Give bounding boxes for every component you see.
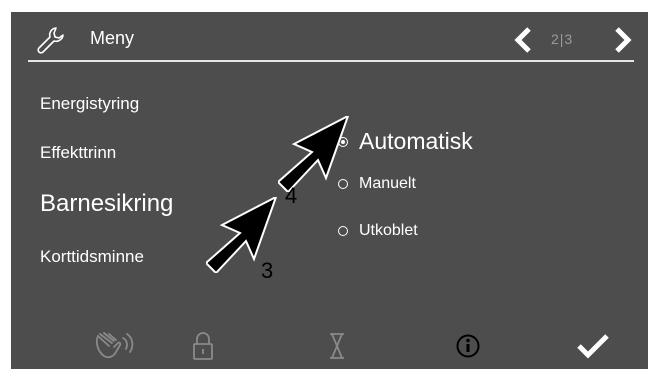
option-automatisk[interactable]: Automatisk: [338, 128, 473, 155]
checkmark-icon[interactable]: [576, 330, 610, 362]
annotation-arrow-4: [278, 116, 350, 192]
page-indicator: 2|3: [551, 31, 574, 47]
option-label: Utkoblet: [359, 222, 418, 239]
option-label: Automatisk: [359, 128, 473, 154]
option-label: Manuelt: [359, 175, 416, 192]
chevron-left-icon[interactable]: [509, 24, 537, 56]
option-utkoblet[interactable]: Utkoblet: [338, 222, 418, 240]
menu-item-effekttrinn[interactable]: Effekttrinn: [40, 143, 116, 163]
chevron-right-icon[interactable]: [609, 24, 637, 56]
hand-wave-icon[interactable]: [92, 330, 140, 362]
radio-icon[interactable]: [338, 226, 348, 236]
annotation-label-4: 4: [285, 183, 298, 208]
menu-item-energistyring[interactable]: Energistyring: [40, 94, 139, 114]
menu-item-barnesikring[interactable]: Barnesikring: [40, 190, 173, 218]
info-icon[interactable]: [455, 330, 481, 362]
lock-icon[interactable]: [192, 330, 214, 362]
header-bar: Meny 2|3: [11, 12, 648, 60]
page-title: Meny: [90, 28, 135, 48]
hourglass-icon[interactable]: [327, 330, 347, 362]
wrench-icon[interactable]: [35, 25, 67, 55]
menu-item-korttidsminne[interactable]: Korttidsminne: [40, 247, 144, 267]
header-divider: [28, 60, 634, 62]
annotation-label-3: 3: [261, 258, 274, 283]
